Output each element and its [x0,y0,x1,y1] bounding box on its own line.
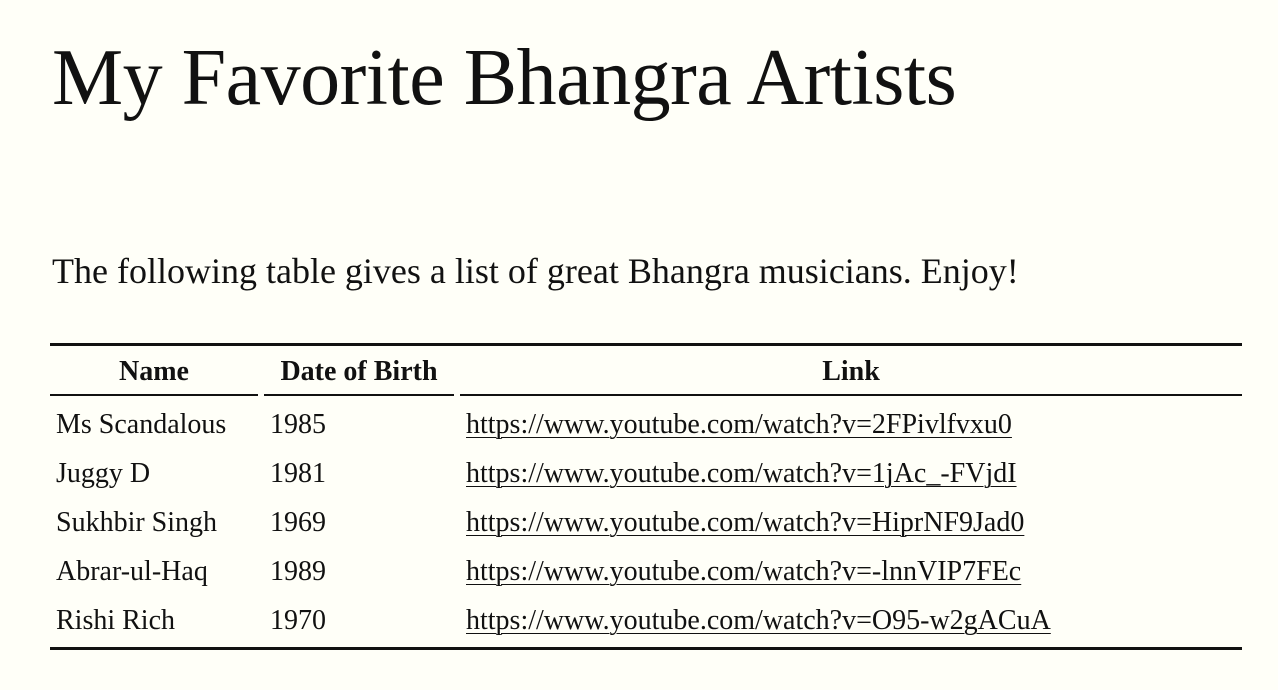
artist-link-cell: https://www.youtube.com/watch?v=HiprNF9J… [460,498,1242,547]
page: My Favorite Bhangra Artists The followin… [0,0,1278,690]
artists-table: Name Date of Birth Link Ms Scandalous 19… [50,343,1242,650]
artist-link-cell: https://www.youtube.com/watch?v=2FPivlfv… [460,396,1242,449]
artist-name: Juggy D [56,458,151,489]
artist-link[interactable]: https://www.youtube.com/watch?v=HiprNF9J… [466,507,1024,538]
artist-name: Ms Scandalous [56,409,227,440]
page-title: My Favorite Bhangra Artists [52,34,957,122]
table-header: Name Date of Birth Link [50,346,1242,396]
artist-link-cell: https://www.youtube.com/watch?v=O95-w2gA… [460,596,1242,647]
table-row: Abrar-ul-Haq 1989 https://www.youtube.co… [50,547,1242,596]
header-name: Name [50,346,258,396]
artist-name: Abrar-ul-Haq [56,556,208,587]
artist-link[interactable]: https://www.youtube.com/watch?v=1jAc_-FV… [466,458,1017,489]
artist-dob: 1970 [270,605,326,636]
intro-paragraph: The following table gives a list of grea… [52,251,1019,291]
table-row: Rishi Rich 1970 https://www.youtube.com/… [50,596,1242,647]
header-date-of-birth: Date of Birth [264,346,454,396]
table-row: Sukhbir Singh 1969 https://www.youtube.c… [50,498,1242,547]
artist-link[interactable]: https://www.youtube.com/watch?v=2FPivlfv… [466,409,1012,440]
artist-link-cell: https://www.youtube.com/watch?v=-lnnVIP7… [460,547,1242,596]
table-row: Ms Scandalous 1985 https://www.youtube.c… [50,396,1242,449]
artist-dob: 1969 [270,507,326,538]
table-row: Juggy D 1981 https://www.youtube.com/wat… [50,449,1242,498]
artist-link[interactable]: https://www.youtube.com/watch?v=-lnnVIP7… [466,556,1021,587]
header-link: Link [460,346,1242,396]
header-row: Name Date of Birth Link [50,346,1242,396]
artist-link-cell: https://www.youtube.com/watch?v=1jAc_-FV… [460,449,1242,498]
table-body: Ms Scandalous 1985 https://www.youtube.c… [50,396,1242,647]
artist-dob: 1985 [270,409,326,440]
artist-dob: 1989 [270,556,326,587]
artist-link[interactable]: https://www.youtube.com/watch?v=O95-w2gA… [466,605,1051,636]
artist-dob: 1981 [270,458,326,489]
artist-name: Sukhbir Singh [56,507,218,538]
artist-name: Rishi Rich [56,605,176,636]
